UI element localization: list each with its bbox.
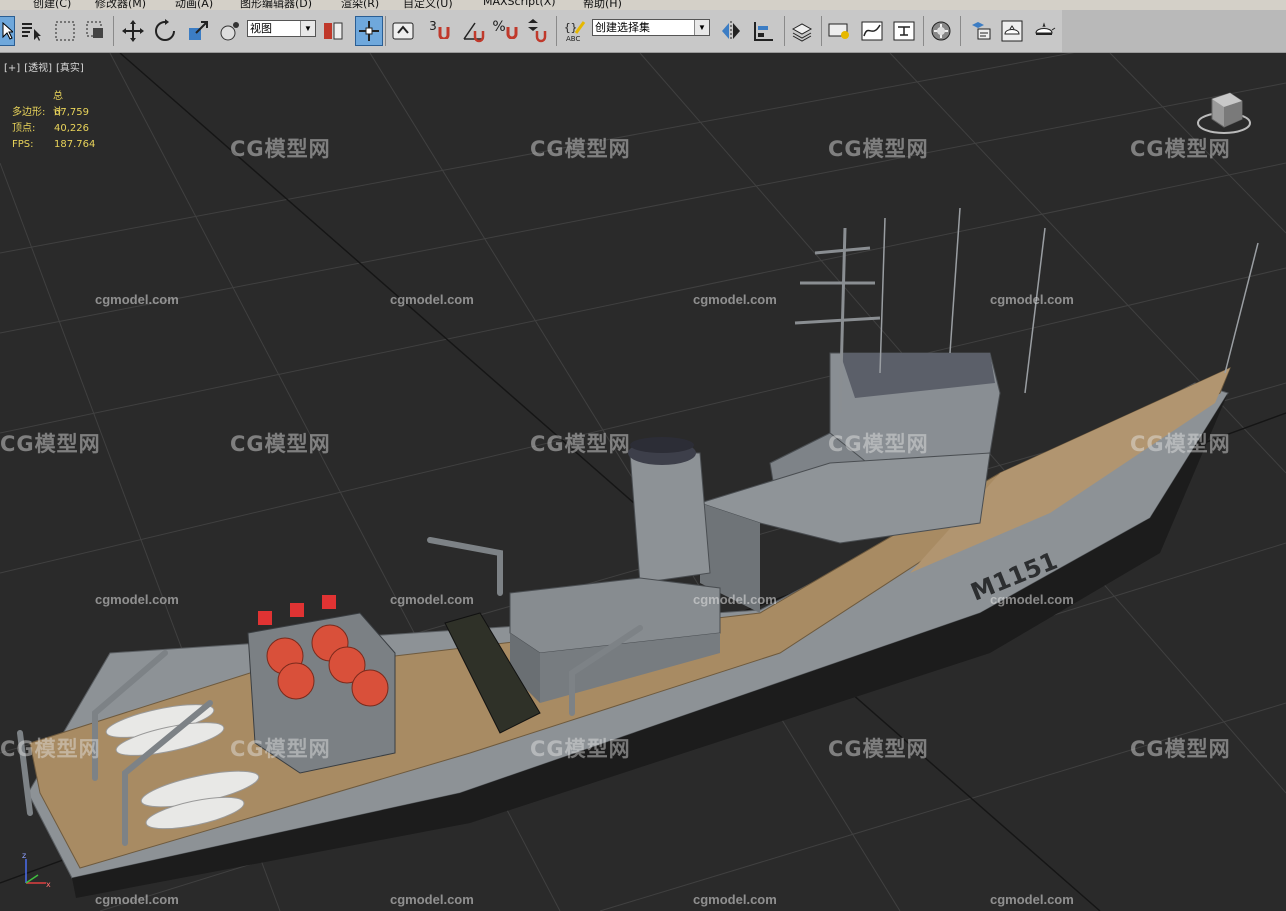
keyboard-shortcut-icon[interactable] xyxy=(390,17,416,45)
watermark-logo: CG模型网 xyxy=(230,737,331,761)
watermark-logo: CG模型网 xyxy=(230,432,331,456)
mirror-icon[interactable] xyxy=(718,17,744,45)
watermark-url: cgmodel.com xyxy=(693,292,777,307)
snap-toggle-icon[interactable]: 3 xyxy=(427,17,453,45)
menu-item-1[interactable]: 修改器(M) xyxy=(95,0,146,10)
angle-snap-icon[interactable] xyxy=(460,17,486,45)
render-setup-icon[interactable] xyxy=(967,17,993,45)
menu-item-0[interactable]: 创建(C) xyxy=(33,0,71,10)
menu-bar: 创建(C) 修改器(M) 动画(A) 图形编辑器(D) 渲染(R) 自定义(U) MAXSc… xyxy=(0,0,1286,10)
select-manipulate-icon[interactable] xyxy=(217,17,243,45)
menu-item-2[interactable]: 动画(A) xyxy=(175,0,213,10)
spinner-snap-icon[interactable] xyxy=(524,17,550,45)
percent-snap-icon[interactable]: % xyxy=(492,17,518,45)
pivot-icon[interactable] xyxy=(320,17,346,45)
viewport-pov-label[interactable]: [透视] xyxy=(24,63,52,74)
watermark-url: cgmodel.com xyxy=(95,292,179,307)
watermark-url: cgmodel.com xyxy=(990,292,1074,307)
named-selection-dropdown[interactable]: 创建选择集 ▼ xyxy=(592,19,710,36)
select-and-link-icon[interactable] xyxy=(355,16,383,46)
watermark-url: cgmodel.com xyxy=(95,592,179,607)
toolbar-empty-area xyxy=(1062,10,1286,52)
window-crossing-icon[interactable] xyxy=(83,17,109,45)
ribbon-icon[interactable] xyxy=(826,17,852,45)
watermark-url: cgmodel.com xyxy=(390,892,474,907)
svg-text:z: z xyxy=(22,851,26,860)
watermark-url: cgmodel.com xyxy=(990,892,1074,907)
watermark-url: cgmodel.com xyxy=(693,592,777,607)
watermark-logo: CG模型网 xyxy=(828,137,929,161)
rotate-icon[interactable] xyxy=(152,17,178,45)
named-selection-value: 创建选择集 xyxy=(595,22,650,34)
select-icon[interactable] xyxy=(0,16,15,46)
watermark-logo: CG模型网 xyxy=(828,432,929,456)
watermark-logo: CG模型网 xyxy=(1130,737,1231,761)
menu-item-7[interactable]: 帮助(H) xyxy=(583,0,622,10)
layer-icon[interactable] xyxy=(789,17,815,45)
render-icon[interactable] xyxy=(1031,17,1057,45)
curve-editor-icon[interactable] xyxy=(859,17,885,45)
watermark-url: cgmodel.com xyxy=(390,592,474,607)
reference-coord-dropdown[interactable]: 视图 ▼ xyxy=(247,20,316,37)
select-by-name-icon[interactable] xyxy=(18,17,44,45)
watermark-logo: CG模型网 xyxy=(828,737,929,761)
watermark-logo: CG模型网 xyxy=(0,737,101,761)
render-frame-icon[interactable] xyxy=(999,17,1025,45)
polys-value: 67,759 xyxy=(54,107,89,118)
viewport-label[interactable]: [+] [透视] [真实] xyxy=(4,59,88,74)
viewcube-icon[interactable] xyxy=(1196,87,1252,137)
perspective-viewport[interactable]: M1151 [+] [透视] [真实] 总计 多边形: 67,759 顶点: 40,22… xyxy=(0,53,1286,911)
watermark-logo: CG模型网 xyxy=(0,432,101,456)
axis-tripod-icon: z x xyxy=(18,849,58,889)
watermark-logo: CG模型网 xyxy=(230,137,331,161)
edit-named-selection-icon[interactable]: {} ABC xyxy=(561,17,587,45)
menu-item-6[interactable]: MAXScript(X) xyxy=(483,0,556,8)
svg-text:x: x xyxy=(46,880,51,889)
viewport-menu-plus[interactable]: [+] xyxy=(4,63,20,74)
main-toolbar: 视图 ▼ 3 % {} ABC 创建选择集 ▼ xyxy=(0,10,1286,53)
snap-number: 3 xyxy=(429,19,437,33)
menu-item-3[interactable]: 图形编辑器(D) xyxy=(240,0,312,10)
align-icon[interactable] xyxy=(751,17,777,45)
viewport-shading-label[interactable]: [真实] xyxy=(56,63,84,74)
watermark-logo: CG模型网 xyxy=(1130,137,1231,161)
move-icon[interactable] xyxy=(120,17,146,45)
fps-value: 187.764 xyxy=(54,139,96,150)
watermark-logo: CG模型网 xyxy=(530,737,631,761)
scale-icon[interactable] xyxy=(185,17,211,45)
verts-value: 40,226 xyxy=(54,123,89,134)
watermark-url: cgmodel.com xyxy=(990,592,1074,607)
svg-text:ABC: ABC xyxy=(566,35,580,43)
menu-item-4[interactable]: 渲染(R) xyxy=(341,0,379,10)
reference-coord-value: 视图 xyxy=(250,23,272,35)
rect-select-icon[interactable] xyxy=(52,17,78,45)
chevron-down-icon: ▼ xyxy=(694,20,709,35)
material-editor-icon[interactable] xyxy=(928,17,954,45)
watermark-logo: CG模型网 xyxy=(530,137,631,161)
chevron-down-icon: ▼ xyxy=(300,21,315,36)
watermark-url: cgmodel.com xyxy=(693,892,777,907)
schematic-icon[interactable] xyxy=(891,17,917,45)
watermark-url: cgmodel.com xyxy=(390,292,474,307)
watermark-logo: CG模型网 xyxy=(530,432,631,456)
watermark-url: cgmodel.com xyxy=(95,892,179,907)
watermark-logo: CG模型网 xyxy=(1130,432,1231,456)
viewport-scene: M1151 xyxy=(0,53,1286,911)
menu-item-5[interactable]: 自定义(U) xyxy=(403,0,453,10)
percent-symbol: % xyxy=(492,19,506,35)
